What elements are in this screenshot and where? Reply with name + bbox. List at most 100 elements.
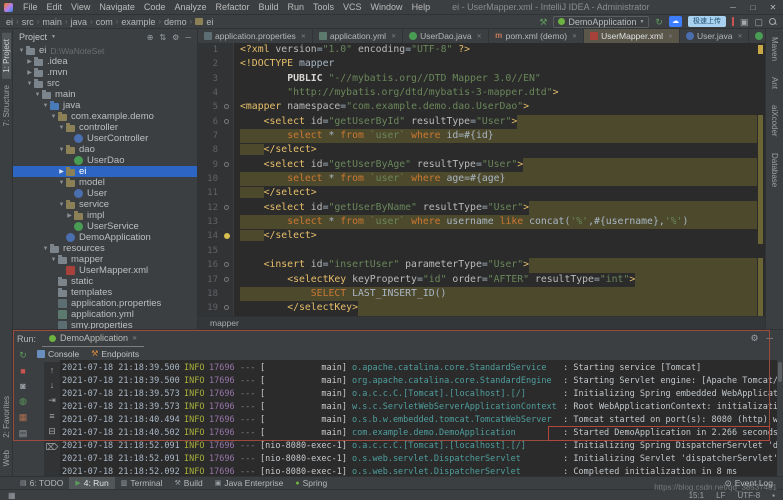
minimize-button[interactable]: ─: [723, 3, 743, 12]
tree-item-smy-properties[interactable]: smy.properties: [13, 320, 197, 329]
collapse-all-icon[interactable]: ⇅: [159, 33, 166, 42]
caret-position[interactable]: 15:1: [689, 491, 705, 500]
gutter-icon-area[interactable]: [222, 86, 234, 100]
menu-window[interactable]: Window: [367, 2, 407, 12]
gutter-icon-area[interactable]: [222, 287, 234, 301]
tree-arrow-icon[interactable]: ▼: [57, 125, 66, 131]
gutter-icon-area[interactable]: [222, 273, 234, 287]
rerun-icon[interactable]: ↻: [655, 17, 663, 27]
settings-icon[interactable]: ⚙: [172, 33, 179, 42]
stripe-structure[interactable]: 7: Structure: [2, 79, 11, 132]
tree-arrow-icon[interactable]: ▼: [25, 81, 34, 87]
fold-icon[interactable]: [224, 305, 229, 310]
console-scrollbar[interactable]: [778, 362, 782, 382]
stripe-aixcoder[interactable]: aiXcoder: [770, 97, 779, 145]
tab-application-yml[interactable]: application.yml✕: [313, 29, 403, 43]
down-stacktrace-icon[interactable]: ↓: [50, 380, 55, 390]
soft-wrap-icon[interactable]: ⇥: [48, 395, 56, 406]
thread-dump-icon[interactable]: ▦: [19, 412, 28, 423]
breadcrumb-item[interactable]: example: [121, 17, 155, 27]
tree-item-service[interactable]: ▼service: [13, 199, 197, 210]
gutter-icon-area[interactable]: [222, 229, 234, 243]
menu-navigate[interactable]: Navigate: [95, 2, 139, 12]
menu-code[interactable]: Code: [140, 2, 170, 12]
project-panel-title[interactable]: Project: [19, 32, 47, 42]
gutter-icon-area[interactable]: [222, 143, 234, 157]
scroll-to-end-icon[interactable]: ≡: [49, 411, 54, 421]
tree-arrow-icon[interactable]: ▼: [41, 246, 50, 252]
close-icon[interactable]: ✕: [301, 33, 306, 40]
pin-icon[interactable]: ▤: [19, 428, 28, 439]
tool-window-switcher-icon[interactable]: ▦: [8, 491, 16, 500]
gutter-icon-area[interactable]: [222, 172, 234, 186]
tree-arrow-icon[interactable]: ▼: [17, 48, 26, 54]
search-everywhere-icon[interactable]: [769, 18, 777, 26]
lock-icon[interactable]: ▪: [772, 491, 775, 500]
clear-all-icon[interactable]: ⌦: [46, 442, 59, 453]
tree-item-usercontroller[interactable]: UserController: [13, 133, 197, 144]
file-encoding[interactable]: UTF-8: [737, 491, 760, 500]
gutter-icon-area[interactable]: [222, 201, 234, 215]
tree-item--mvn[interactable]: ▶.mvn: [13, 67, 197, 78]
tree-arrow-icon[interactable]: ▼: [57, 180, 66, 186]
upload-button[interactable]: 极速上传: [688, 16, 726, 27]
breadcrumb-item[interactable]: ei: [206, 17, 213, 27]
tab-userdao-java[interactable]: UserDao.java✕: [403, 29, 489, 43]
fold-icon[interactable]: [224, 205, 229, 210]
tab-application-properties[interactable]: application.properties✕: [198, 29, 313, 43]
tree-item-application-properties[interactable]: application.properties: [13, 298, 197, 309]
tree-item-userdao[interactable]: UserDao: [13, 155, 197, 166]
tree-arrow-icon[interactable]: ▶: [65, 212, 74, 219]
line-separator[interactable]: LF: [716, 491, 725, 500]
tree-item-userservice[interactable]: UserService: [13, 221, 197, 232]
tree-item-main[interactable]: ▼main: [13, 89, 197, 100]
run-tab-demoapplication[interactable]: DemoApplication ✕: [42, 330, 144, 347]
tree-arrow-icon[interactable]: ▼: [49, 114, 58, 120]
close-icon[interactable]: ✕: [132, 335, 137, 342]
tree-item-dao[interactable]: ▼dao: [13, 144, 197, 155]
tree-arrow-icon[interactable]: ▶: [25, 69, 34, 76]
toolwindow-button-terminal[interactable]: ▥Terminal: [115, 477, 169, 489]
menu-help[interactable]: Help: [408, 2, 435, 12]
breadcrumb-item[interactable]: java: [71, 17, 88, 27]
toolwindow-button-6--todo[interactable]: ▤6: TODO: [14, 477, 69, 489]
stripe-favorites[interactable]: 2: Favorites: [2, 390, 11, 444]
layout-icon[interactable]: ▢: [754, 17, 763, 27]
close-icon[interactable]: ✕: [668, 33, 673, 40]
cloud-plugin-icon[interactable]: ☁: [669, 16, 682, 27]
tree-item-com-example-demo[interactable]: ▼com.example.demo: [13, 111, 197, 122]
tab-userservice-java[interactable]: UserService.java✕: [749, 29, 765, 43]
coverage-icon[interactable]: ◍: [19, 396, 27, 407]
up-stacktrace-icon[interactable]: ↑: [50, 365, 55, 375]
gutter-icon-area[interactable]: [222, 244, 234, 258]
project-view-icon[interactable]: ▣: [740, 17, 749, 27]
menu-edit[interactable]: Edit: [43, 2, 67, 12]
fold-icon[interactable]: [224, 262, 229, 267]
gutter-icon-area[interactable]: [222, 100, 234, 114]
toolwindow-button-4--run[interactable]: ▶4: Run: [69, 477, 114, 489]
stripe-ant[interactable]: Ant: [770, 69, 779, 97]
menu-run[interactable]: Run: [284, 2, 309, 12]
fold-icon[interactable]: [224, 104, 229, 109]
gutter-icon-area[interactable]: [222, 43, 234, 57]
menu-refactor[interactable]: Refactor: [211, 2, 253, 12]
tree-arrow-icon[interactable]: ▼: [49, 257, 58, 263]
tree-item--idea[interactable]: ▶.idea: [13, 56, 197, 67]
stripe-maven[interactable]: Maven: [770, 29, 779, 69]
locate-icon[interactable]: ⊕: [147, 33, 154, 42]
gutter-icon-area[interactable]: [222, 186, 234, 200]
tree-arrow-icon[interactable]: ▼: [57, 202, 66, 208]
run-config-selector[interactable]: DemoApplication ▼: [553, 16, 649, 28]
gutter-icon-area[interactable]: [222, 258, 234, 272]
stripe-project[interactable]: 1: Project: [2, 33, 11, 79]
build-hammer-icon[interactable]: ⚒: [539, 17, 547, 27]
gutter-icon-area[interactable]: [222, 57, 234, 71]
close-icon[interactable]: ✕: [477, 33, 482, 40]
menu-tools[interactable]: Tools: [309, 2, 338, 12]
settings-icon[interactable]: ⚙: [751, 333, 759, 344]
tree-item-model[interactable]: ▼model: [13, 177, 197, 188]
tree-item-ei[interactable]: ▶ei: [13, 166, 197, 177]
tab-endpoints[interactable]: ⚒Endpoints: [91, 349, 139, 359]
tree-item-static[interactable]: static: [13, 276, 197, 287]
gutter-icon-area[interactable]: [222, 215, 234, 229]
